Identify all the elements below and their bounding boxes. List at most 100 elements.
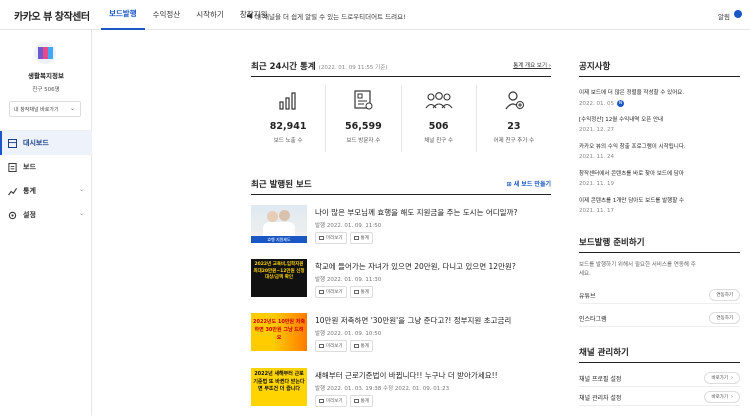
- top-notice[interactable]: 내 채널을 더 쉽게 알릴 수 있는 드로우티더어트 드려요!: [247, 11, 406, 21]
- new-badge: N: [617, 100, 624, 107]
- channel-title: 채널 관리하기: [579, 348, 629, 358]
- service-name: 유튜브: [579, 293, 596, 300]
- goto-button[interactable]: 바로가기 ›: [704, 372, 740, 384]
- sidebar-item-board[interactable]: 보드: [0, 155, 92, 179]
- stats-button[interactable]: 통계: [349, 395, 373, 407]
- board-thumbnail: 2022년도 10만원 저축하면 30만원 그냥 드려요: [251, 313, 307, 351]
- notice-item-date: 2021. 11. 19: [579, 181, 614, 187]
- stat-visitors: 56,599 보드 방문자 수: [325, 85, 400, 152]
- preview-label: 미리보기: [326, 399, 343, 404]
- avatar: [34, 42, 56, 64]
- stats-label: 통계: [360, 236, 369, 241]
- notice-item-date: 2021. 11. 24: [579, 154, 614, 160]
- board-icon: [8, 162, 17, 172]
- prep-desc: 보드를 발행하기 위해서 필요한 서비스를 연동해 주세요.: [579, 262, 696, 277]
- chevron-down-icon: ⌄: [78, 186, 84, 193]
- notice-item-title: 창작센터에서 콘텐츠를 바로 찾아 보드에 담아: [579, 171, 684, 177]
- stats-button[interactable]: 통계: [349, 340, 373, 352]
- notice-item[interactable]: 카카오 뷰의 수익 창출 프로그램이 시작됩니다. 2021. 11. 24: [579, 142, 740, 160]
- board-date: 발행 2022. 01. 09. 10:50: [315, 331, 382, 337]
- sidebar-item-label: 통계: [23, 187, 36, 195]
- thumbnail-caption: 2022년 교육비,입학지원 최대20만원~12만원 신청대상/금액 확인: [253, 262, 305, 280]
- gear-icon: [8, 211, 17, 219]
- board-title[interactable]: 새해부터 근로기준법이 바뀝니다!! 누구나 더 받아가세요!!: [315, 370, 498, 381]
- notice-item-title: [수익정산] 12월 수익내역 오픈 안내: [579, 117, 664, 123]
- notice-title: 공지사항: [579, 62, 611, 72]
- stats-button[interactable]: 통계: [349, 286, 373, 298]
- nav-board-publish[interactable]: 보드발행: [101, 0, 145, 30]
- nav-revenue[interactable]: 수익정산: [145, 0, 189, 30]
- board-date: 발행 2022. 01. 09. 11:50: [315, 223, 382, 229]
- connect-button[interactable]: 연동하기: [709, 289, 740, 301]
- board-date: 발행 2022. 01. 03. 19:38 수정 2022. 01. 09. …: [315, 386, 450, 392]
- stats-title: 최근 24시간 통계 (2022. 01. 09 11:55 기준): [251, 60, 387, 72]
- stats-subtitle: (2022. 01. 09 11:55 기준): [318, 65, 388, 71]
- alarm-dot-icon[interactable]: [734, 10, 742, 18]
- prep-item-instagram: 인스타그램 연동하기: [579, 311, 740, 327]
- goto-label: 바로가기: [711, 376, 728, 381]
- stats-small-icon: [353, 344, 359, 348]
- recent-boards-title: 최근 발행된 보드: [251, 180, 312, 190]
- board-actions: 미리보기 통계: [315, 340, 373, 352]
- notice-item[interactable]: [수익정산] 12월 수익내역 오픈 안내 2021. 12. 27: [579, 115, 740, 133]
- chevron-right-icon: ›: [731, 375, 733, 381]
- divider: [579, 252, 740, 253]
- preview-button[interactable]: 미리보기: [315, 340, 347, 352]
- board-item[interactable]: 2022년 새해부터 근로기준법 또 바뀐다 받는다면 무조건 더 줍니다 새해…: [251, 368, 551, 418]
- sidebar-item-dashboard[interactable]: 대시보드: [0, 131, 92, 155]
- notice-item[interactable]: 창작센터에서 콘텐츠를 바로 찾아 보드에 담아 2021. 11. 19: [579, 169, 740, 187]
- preview-button[interactable]: 미리보기: [315, 232, 347, 244]
- board-thumbnail: 2022년 교육비,입학지원 최대20만원~12만원 신청대상/금액 확인: [251, 259, 307, 297]
- alarm-label[interactable]: 알림: [718, 11, 730, 21]
- board-item[interactable]: 2022년 교육비,입학지원 최대20만원~12만원 신청대상/금액 확인 학교…: [251, 259, 551, 309]
- sidebar-item-stats[interactable]: 통계 ⌄: [0, 179, 92, 203]
- board-item[interactable]: 2022년도 10만원 저축하면 30만원 그냥 드려요 10만원 저축하면 '…: [251, 313, 551, 363]
- notice-item[interactable]: 이제 보드에 더 많은 정렬을 작성할 수 있어요. 2022. 01. 05 N: [579, 88, 740, 107]
- notice-item-date: 2021. 11. 17: [579, 208, 614, 214]
- board-date: 발행 2022. 01. 09. 11:30: [315, 277, 382, 283]
- stats-icon: [8, 187, 17, 195]
- channel-item-profile: 채널 프로필 설정 바로가기 ›: [579, 371, 740, 387]
- preview-icon: [319, 399, 324, 403]
- divider: [579, 362, 740, 363]
- sidebar-item-settings[interactable]: 설정 ⌄: [0, 203, 92, 227]
- sidebar-item-label: 대시보드: [23, 139, 49, 147]
- preview-label: 미리보기: [326, 344, 343, 349]
- thumbnail-caption: 2022년도 10만원 저축하면 30만원 그냥 드려요: [253, 319, 305, 341]
- stats-overview-link[interactable]: 통계 개요 보기 ›: [513, 61, 551, 69]
- divider: [251, 194, 551, 195]
- people-icon: [425, 92, 453, 109]
- notice-item-date-row: 2022. 01. 05 N: [579, 100, 740, 107]
- stat-value: 82,941: [269, 121, 307, 132]
- board-doc-icon: [354, 90, 373, 110]
- notice-item-date: 2021. 12. 27: [579, 127, 614, 133]
- goto-button[interactable]: 바로가기 ›: [704, 391, 740, 403]
- stats-link-text: 통계 개요 보기: [513, 63, 548, 69]
- nav-start[interactable]: 시작하기: [188, 0, 232, 30]
- stats-small-icon: [353, 236, 359, 240]
- preview-button[interactable]: 미리보기: [315, 395, 347, 407]
- stat-label: 보드 노출 수: [273, 138, 303, 144]
- new-board-button[interactable]: ⊞ 새 보드 만들기: [507, 179, 551, 188]
- board-title[interactable]: 나이 많은 부모님께 효행을 해도 지원금을 주는 도시는 어디일까?: [315, 207, 517, 218]
- board-item[interactable]: 효행 지원제도 나이 많은 부모님께 효행을 해도 지원금을 주는 도시는 어디…: [251, 205, 551, 255]
- stat-impressions: 82,941 보드 노출 수: [251, 85, 325, 152]
- stat-label: 보드 방문자 수: [346, 138, 381, 144]
- sidebar-item-label: 보드: [23, 163, 36, 171]
- connect-button[interactable]: 연동하기: [709, 312, 740, 324]
- channel-select[interactable]: 내 창작채널 바로가기 ⌄: [9, 101, 81, 117]
- stats-button[interactable]: 통계: [349, 232, 373, 244]
- stat-label: 채널 친구 수: [424, 138, 454, 144]
- preview-button[interactable]: 미리보기: [315, 286, 347, 298]
- board-title[interactable]: 10만원 저축하면 '30만원'을 그냥 준다고?! 정부지원 초고금리: [315, 315, 511, 326]
- board-actions: 미리보기 통계: [315, 232, 373, 244]
- logo[interactable]: 카카오 뷰 창작센터: [14, 8, 90, 23]
- channel-item-name: 채널 프로필 설정: [579, 376, 622, 383]
- notice-item[interactable]: 이제 콘텐츠를 1개만 담아도 보드를 발행할 수 2021. 11. 17: [579, 196, 740, 214]
- board-thumbnail: 효행 지원제도: [251, 205, 307, 243]
- prep-title: 보드발행 준비하기: [579, 238, 645, 248]
- board-title[interactable]: 학교에 들어가는 자녀가 있으면 20만원, 다니고 있으면 12만원?: [315, 261, 516, 272]
- stat-label: 어제 친구 추가 수: [493, 138, 535, 144]
- chevron-down-icon: ⌄: [78, 210, 84, 217]
- divider: [251, 76, 551, 77]
